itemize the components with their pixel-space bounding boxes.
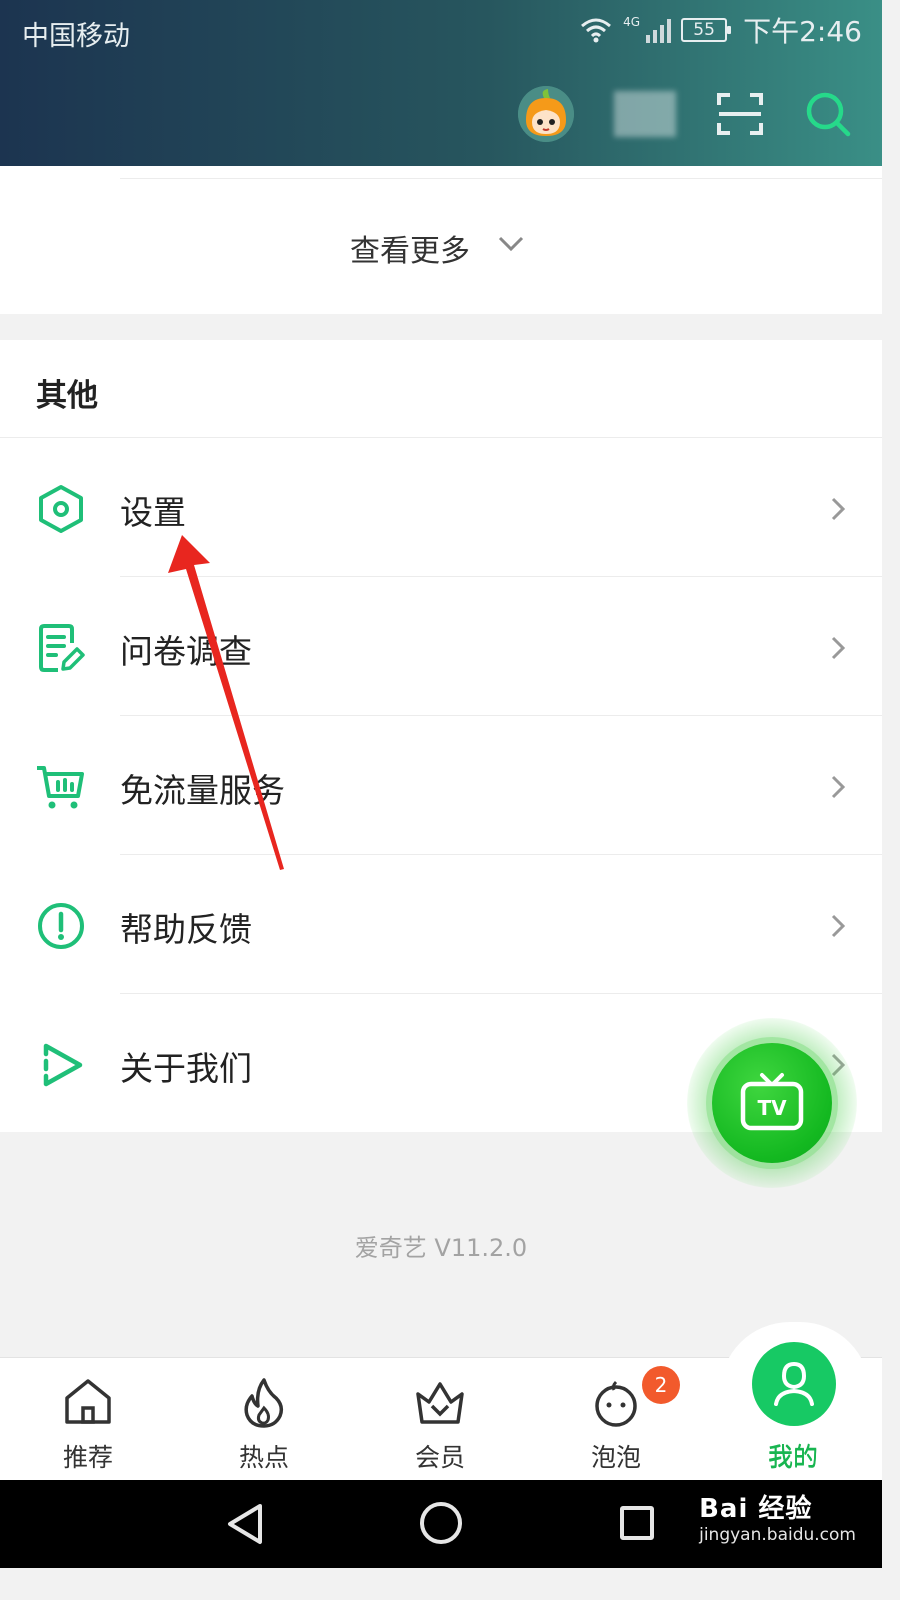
cartoon-avatar-icon[interactable]	[518, 86, 574, 142]
status-indicators: 4G 55 下午2:46	[579, 12, 862, 48]
nav-label: 会员	[414, 1443, 465, 1472]
chevron-right-icon	[831, 775, 846, 799]
menu-item-label: 关于我们	[120, 1049, 252, 1088]
baidu-watermark: Bai 经验 jingyan.baidu.com	[699, 1488, 856, 1545]
tv-float-button[interactable]: TV	[687, 1018, 857, 1188]
recent-apps-icon[interactable]	[620, 1506, 654, 1540]
chevron-right-icon	[831, 497, 846, 521]
section-title: 其他	[36, 378, 98, 414]
nav-recommend[interactable]: 推荐	[0, 1358, 176, 1481]
menu-item-data-free[interactable]: 免流量服务	[0, 716, 882, 855]
view-more-button[interactable]: 查看更多	[0, 166, 882, 314]
user-icon	[774, 1361, 814, 1406]
top-header: 中国移动 4G 55 下午2:46	[0, 0, 882, 166]
chevron-right-icon	[831, 914, 846, 938]
exclamation-circle-icon	[38, 903, 84, 949]
view-more-label: 查看更多	[350, 234, 470, 269]
nav-bubble[interactable]: 泡泡 2	[528, 1358, 704, 1481]
tv-icon: TV	[740, 1073, 804, 1131]
red-arrow-annotation	[168, 535, 284, 870]
nav-me-label: 我的	[767, 1442, 818, 1471]
battery-level: 55	[693, 20, 715, 40]
chevron-down-icon	[498, 236, 524, 252]
home-circle-icon[interactable]	[420, 1502, 462, 1544]
menu-item-settings[interactable]: 设置	[0, 438, 882, 577]
menu-item-label: 帮助反馈	[120, 910, 252, 949]
nav-hot[interactable]: 热点	[176, 1358, 352, 1481]
nav-label: 热点	[238, 1443, 289, 1472]
nav-vip[interactable]: 会员	[352, 1358, 528, 1481]
battery-icon: 55	[681, 18, 732, 42]
scan-icon[interactable]	[716, 91, 764, 137]
notification-badge: 2	[642, 1366, 680, 1404]
more-card: 查看更多	[0, 166, 882, 314]
crown-icon	[416, 1382, 464, 1424]
network-type: 4G	[623, 15, 641, 29]
wifi-icon	[581, 18, 612, 43]
app-version: 爱奇艺 V11.2.0	[354, 1234, 528, 1262]
nav-label: 推荐	[62, 1443, 113, 1472]
search-icon[interactable]	[804, 90, 852, 138]
play-triangle-icon	[43, 1043, 83, 1087]
bubble-face-icon	[595, 1380, 637, 1427]
carrier-name: 中国移动	[22, 21, 130, 52]
nav-label: 泡泡	[590, 1443, 641, 1472]
survey-document-icon	[39, 624, 85, 672]
home-icon	[65, 1379, 111, 1424]
menu-item-survey[interactable]: 问卷调查	[0, 577, 882, 716]
status-bar: 中国移动 4G 55 下午2:46	[0, 0, 882, 60]
flame-icon	[244, 1378, 284, 1428]
signal-icon	[646, 17, 672, 43]
blurred-icon[interactable]	[614, 91, 676, 137]
watermark-url: jingyan.baidu.com	[699, 1525, 856, 1545]
menu-item-help-feedback[interactable]: 帮助反馈	[0, 855, 882, 994]
tv-button-inner: TV	[712, 1043, 832, 1163]
chevron-right-icon	[831, 636, 846, 660]
settings-hexagon-icon	[39, 485, 83, 533]
back-icon[interactable]	[224, 1502, 266, 1546]
nav-me-active-circle[interactable]	[752, 1342, 836, 1426]
header-actions	[518, 84, 852, 144]
tv-label: TV	[757, 1096, 787, 1120]
system-nav-bar: Bai 经验 jingyan.baidu.com	[0, 1480, 882, 1568]
clock: 下午2:46	[743, 15, 862, 48]
watermark-brand: Bai 经验	[699, 1494, 813, 1524]
other-section: 其他 设置 问卷调查 免流量服务 帮助反馈 关于我们	[0, 340, 882, 1132]
cart-icon	[37, 766, 84, 809]
